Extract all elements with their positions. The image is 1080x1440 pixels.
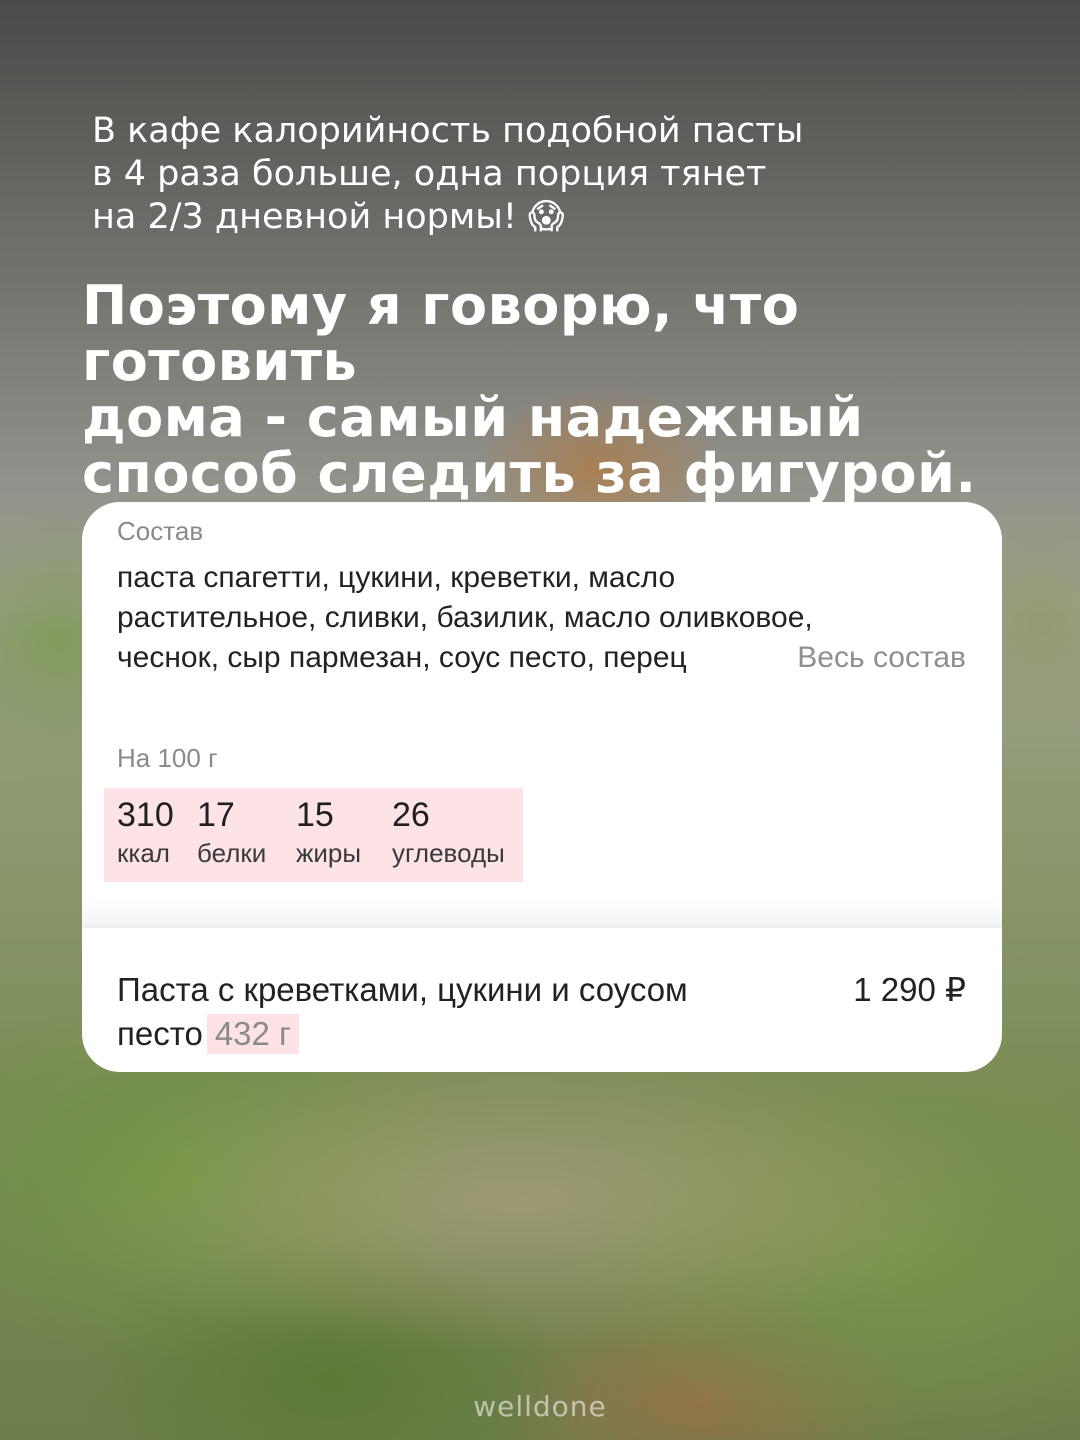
product-name-line-1: Паста с креветками, цукини и соусом — [117, 971, 688, 1008]
fat-value: 15 — [296, 796, 334, 834]
headline-line-3: способ следить за фигурой. — [82, 442, 977, 505]
intro-line-3: на 2/3 дневной нормы! 😱 — [92, 197, 565, 237]
carbs-value: 26 — [392, 796, 430, 834]
watermark: welldone — [473, 1390, 607, 1423]
composition-label: Состав — [117, 516, 204, 546]
nutrition-facts: 310 ккал 17 белки 15 жиры 26 углеводы — [104, 788, 523, 882]
price: 1 290 ₽ — [853, 971, 966, 1008]
intro-line-1: В кафе калорийность подобной пасты — [92, 111, 804, 151]
composition-line-1: паста спагетти, цукини, креветки, масло — [117, 561, 676, 594]
headline-line-2: дома - самый надежный — [82, 386, 864, 449]
intro-line-2: в 4 раза больше, одна порция тянет — [92, 154, 767, 194]
weight-badge: 432 г — [206, 1014, 300, 1054]
main-headline: Поэтому я говорю, что готовить дома - са… — [82, 278, 1042, 502]
divider-shadow — [82, 898, 1002, 926]
full-composition-link[interactable]: Весь состав — [773, 638, 966, 678]
product-name: Паста с креветками, цукини и соусом пест… — [117, 968, 757, 1056]
product-card: Состав паста спагетти, цукини, креветки,… — [82, 502, 1002, 1072]
intro-text: В кафе калорийность подобной пасты в 4 р… — [92, 110, 992, 239]
kcal-value: 310 — [117, 796, 174, 834]
divider — [82, 926, 1002, 928]
composition-line-2: растительное, сливки, базилик, масло оли… — [117, 601, 813, 634]
protein-value: 17 — [197, 796, 235, 834]
fat-label: жиры — [296, 838, 362, 868]
carbs-label: углеводы — [392, 838, 505, 868]
kcal-label: ккал — [117, 838, 170, 868]
per-100g-label: На 100 г — [117, 743, 218, 773]
headline-line-1: Поэтому я говорю, что готовить — [82, 274, 800, 393]
protein-label: белки — [197, 838, 267, 868]
product-name-line-2: песто — [117, 1015, 203, 1052]
